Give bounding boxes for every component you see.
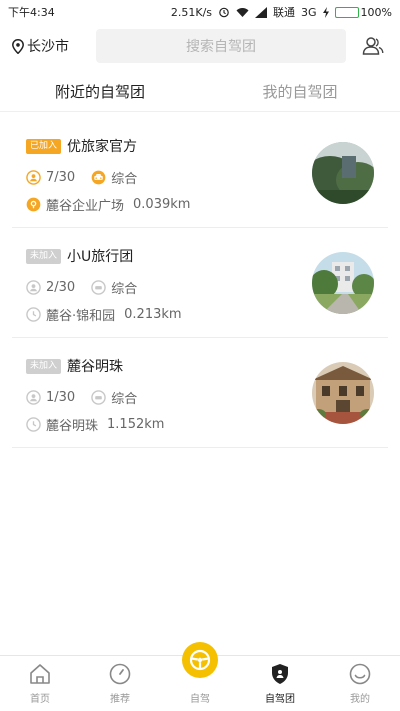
status-time: 下午4:34 bbox=[8, 6, 55, 19]
network-type: 3G bbox=[301, 5, 317, 19]
carrier-name: 联通 bbox=[273, 6, 296, 19]
group-type: 综合 bbox=[111, 172, 138, 187]
status-badge: 已加入 bbox=[26, 138, 62, 154]
status-bar: 下午4:34 2.51K/s 联通 3G 100% bbox=[0, 0, 400, 24]
signal-icon bbox=[255, 6, 268, 18]
alarm-icon bbox=[219, 7, 229, 18]
wifi-icon bbox=[236, 7, 249, 17]
compass-icon bbox=[109, 663, 131, 685]
category-icon bbox=[91, 390, 106, 405]
nav-mine[interactable]: 我的 bbox=[320, 656, 400, 711]
location-pin-icon bbox=[12, 38, 24, 54]
group-card[interactable]: 已加入 优旅家官方 7/30 综合 麓谷企业广场 0.039km bbox=[12, 118, 388, 228]
group-name: 麓谷明珠 bbox=[67, 359, 124, 375]
nav-home-label: 首页 bbox=[30, 694, 50, 705]
group-location: 麓谷明珠 bbox=[46, 419, 99, 434]
battery-icon bbox=[334, 6, 359, 18]
clock-icon bbox=[26, 307, 41, 322]
nav-self-drive[interactable]: 自驾 bbox=[160, 642, 240, 711]
tab-nearby-groups[interactable]: 附近的自驾团 bbox=[0, 72, 200, 111]
group-card[interactable]: 未加入 麓谷明珠 1/30 综合 麓谷明珠 1.152km bbox=[12, 338, 388, 448]
city-selector[interactable]: 长沙市 bbox=[12, 36, 96, 56]
status-badge: 未加入 bbox=[26, 358, 62, 374]
tab-my-label: 我的自驾团 bbox=[262, 83, 338, 101]
contacts-button[interactable] bbox=[358, 31, 388, 61]
nav-recommend[interactable]: 推荐 bbox=[80, 656, 160, 711]
nav-self-drive-group-label: 自驾团 bbox=[265, 694, 295, 705]
group-distance: 0.213km bbox=[124, 307, 182, 322]
group-type: 综合 bbox=[111, 282, 138, 297]
group-thumbnail bbox=[312, 142, 374, 204]
status-badge: 未加入 bbox=[26, 248, 62, 264]
group-card[interactable]: 未加入 小U旅行团 2/30 综合 麓谷·锦和园 0.213km bbox=[12, 228, 388, 338]
category-icon bbox=[91, 280, 106, 295]
steering-wheel-icon bbox=[189, 649, 211, 671]
group-list: 已加入 优旅家官方 7/30 综合 麓谷企业广场 0.039km 未加入 小U旅… bbox=[12, 118, 388, 448]
car-icon bbox=[91, 170, 106, 185]
group-thumbnail bbox=[312, 362, 374, 424]
search-placeholder: 搜索自驾团 bbox=[186, 39, 256, 55]
group-name: 小U旅行团 bbox=[67, 249, 134, 265]
group-name: 优旅家官方 bbox=[67, 139, 138, 155]
top-header: 长沙市 搜索自驾团 bbox=[0, 27, 400, 65]
location-pin-icon bbox=[26, 197, 41, 212]
members-icon bbox=[26, 280, 41, 295]
battery-indicator: 100% bbox=[334, 5, 392, 19]
member-count: 7/30 bbox=[46, 170, 76, 185]
smile-icon bbox=[349, 663, 371, 685]
home-icon bbox=[30, 664, 50, 684]
nav-home[interactable]: 首页 bbox=[0, 656, 80, 711]
group-distance: 1.152km bbox=[107, 417, 165, 432]
status-right: 2.51K/s 联通 3G 100% bbox=[171, 4, 392, 20]
nav-self-drive-group[interactable]: 自驾团 bbox=[240, 656, 320, 711]
group-location: 麓谷企业广场 bbox=[46, 199, 125, 214]
self-drive-fab[interactable] bbox=[182, 642, 218, 678]
group-location: 麓谷·锦和园 bbox=[46, 309, 116, 324]
group-distance: 0.039km bbox=[133, 197, 191, 212]
nav-recommend-label: 推荐 bbox=[110, 694, 130, 705]
clock-icon bbox=[26, 417, 41, 432]
members-icon bbox=[26, 170, 41, 185]
tab-bar: 附近的自驾团 我的自驾团 bbox=[0, 72, 400, 112]
search-input[interactable]: 搜索自驾团 bbox=[96, 29, 346, 63]
nav-mine-label: 我的 bbox=[350, 694, 370, 705]
tab-nearby-label: 附近的自驾团 bbox=[54, 83, 145, 101]
tab-my-groups[interactable]: 我的自驾团 bbox=[200, 72, 400, 111]
bottom-nav: 首页 推荐 自驾 自驾团 我的 bbox=[0, 642, 400, 711]
charging-icon bbox=[322, 6, 329, 18]
member-count: 1/30 bbox=[46, 390, 76, 405]
group-thumbnail bbox=[312, 252, 374, 314]
network-speed: 2.51K/s bbox=[170, 5, 213, 19]
nav-self-drive-label: 自驾 bbox=[190, 694, 210, 705]
city-name: 长沙市 bbox=[27, 39, 69, 55]
group-type: 综合 bbox=[111, 392, 138, 407]
member-count: 2/30 bbox=[46, 280, 76, 295]
members-icon bbox=[26, 390, 41, 405]
shield-icon bbox=[272, 664, 288, 684]
battery-percent: 100% bbox=[360, 5, 392, 19]
user-group-icon bbox=[362, 37, 384, 55]
